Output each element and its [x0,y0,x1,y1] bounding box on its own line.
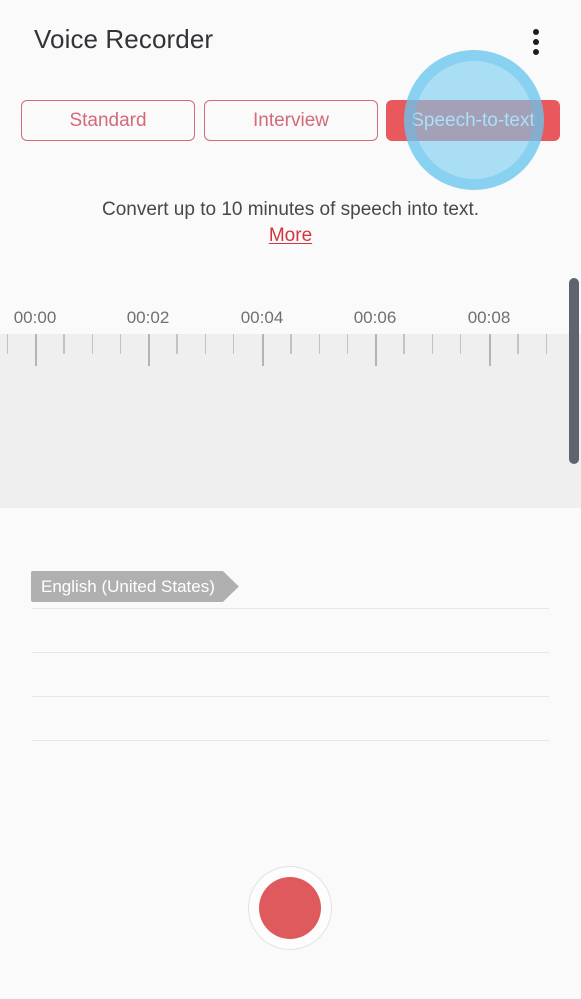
timeline-tick-major [262,334,264,366]
timeline-tick-minor [459,334,462,354]
timeline-ruler-labels: 00:00 00:02 00:04 00:06 00:08 [0,270,581,334]
timeline-label-2: 00:04 [240,308,284,327]
transcript-line-0 [32,608,549,609]
tab-speech-to-text[interactable]: Speech-to-text [386,100,560,141]
kebab-dot-3 [533,49,539,55]
kebab-dot-1 [533,29,539,35]
timeline-tick-minor [91,334,94,354]
timeline-tick-minor [545,334,548,354]
timeline-tick-minor [318,334,321,354]
timeline-tick-minor [6,334,9,354]
language-tag[interactable]: English (United States) [31,571,239,602]
mode-description-text: Convert up to 10 minutes of speech into … [101,199,480,220]
timeline-tick-minor [290,334,292,354]
transcript-panel: English (United States) [0,508,581,788]
timeline-tick-minor [119,334,122,354]
timeline-tick-major [489,334,491,366]
timeline-label-1: 00:02 [126,308,170,327]
waveform-canvas[interactable] [0,334,581,508]
record-controls [0,788,581,999]
record-button[interactable] [248,866,332,950]
timeline-label-0: 00:00 [13,308,57,327]
timeline-tick-minor [204,334,207,354]
record-dot-icon [259,877,321,939]
more-link[interactable]: More [269,225,312,247]
overflow-menu-button[interactable] [518,16,554,68]
timeline-tick-minor [403,334,405,354]
timeline-tick-minor [176,334,178,354]
tab-standard[interactable]: Standard [21,100,195,141]
timeline-tick-major [35,334,37,366]
timeline-tick-major [148,334,150,366]
recording-mode-tabs: Standard Interview Speech-to-text [0,100,581,141]
app-header: Voice Recorder [0,0,581,84]
timeline-tick-minor [431,334,434,354]
timeline-label-4: 00:08 [467,308,511,327]
timeline-tick-minor [346,334,349,354]
voice-recorder-app: Voice Recorder Standard Interview Speech… [0,0,581,999]
timeline-tick-minor [517,334,519,354]
recording-timeline: 00:00 00:02 00:04 00:06 00:08 [0,270,581,508]
tab-interview[interactable]: Interview [204,100,378,141]
vertical-scrollbar[interactable] [569,278,579,464]
timeline-tick-major [375,334,377,366]
transcript-line-3 [32,740,549,741]
timeline-label-3: 00:06 [353,308,397,327]
page-title: Voice Recorder [34,24,214,54]
timeline-tick-minor [63,334,65,354]
mode-description: Convert up to 10 minutes of speech into … [0,196,581,247]
transcript-line-1 [32,652,549,653]
kebab-dot-2 [533,39,539,45]
timeline-tick-minor [232,334,235,354]
transcript-line-2 [32,696,549,697]
